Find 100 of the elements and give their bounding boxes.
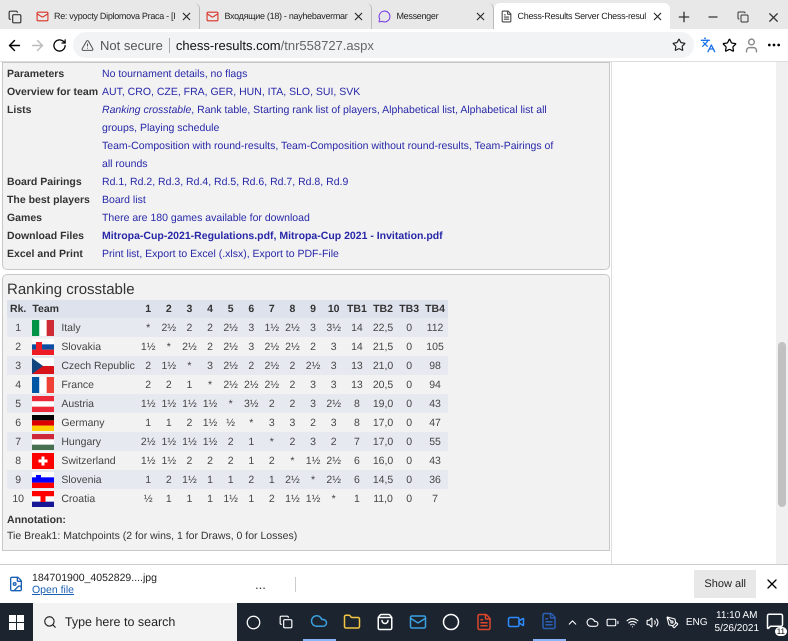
score-cell: 1½ bbox=[200, 394, 220, 413]
score-cell: 2 bbox=[138, 375, 158, 394]
wifi-icon[interactable] bbox=[626, 616, 639, 628]
score-cell: 1½ bbox=[282, 489, 303, 508]
folder-icon[interactable] bbox=[342, 613, 361, 631]
score-cell: 3 bbox=[302, 394, 324, 413]
score-cell: 3 bbox=[323, 413, 344, 432]
link-text[interactable]: Mitropa-Cup-2021-Regulations.pdf, Mitropa-Cup 2021 - Invitation.pdf bbox=[102, 227, 562, 245]
score-cell: 2 bbox=[262, 489, 282, 508]
info-label: Board Pairings bbox=[7, 175, 83, 190]
page-icon bbox=[500, 10, 513, 22]
close-icon[interactable] bbox=[474, 10, 487, 22]
battery-icon[interactable] bbox=[606, 616, 619, 628]
score-cell: 2 bbox=[158, 470, 180, 489]
favorite-icon[interactable] bbox=[672, 38, 686, 52]
score-cell: 1 bbox=[179, 489, 200, 508]
score-cell: * bbox=[282, 451, 303, 470]
reload-icon[interactable] bbox=[52, 38, 67, 52]
cloud-icon[interactable] bbox=[586, 616, 599, 628]
team-name: Croatia bbox=[61, 492, 96, 504]
new-tab-icon[interactable] bbox=[676, 9, 692, 25]
rank-cell: 9 bbox=[7, 470, 30, 489]
score-cell: * bbox=[179, 356, 200, 375]
link-text[interactable]: Rd.1, Rd.2, Rd.3, Rd.4, Rd.5, Rd.6, Rd.7, Rd.8, Rd.9 bbox=[102, 173, 562, 191]
volume-icon[interactable] bbox=[646, 616, 659, 628]
notifications-icon[interactable] bbox=[766, 612, 784, 630]
favorites-icon[interactable] bbox=[722, 38, 737, 52]
clock[interactable]: 11:10 AM 5/26/2021 bbox=[714, 609, 760, 635]
pen-icon[interactable] bbox=[666, 616, 679, 628]
task-view-icon[interactable] bbox=[279, 615, 294, 629]
info-label: Lists bbox=[7, 103, 33, 118]
score-cell: * bbox=[220, 394, 241, 413]
link-text[interactable]: Ranking crosstable, Rank table, Starting rank list of players, Alphabetical list, Alphabetical list all groups, Playing schedule bbox=[102, 101, 562, 137]
link-text[interactable]: Print list, Export to Excel (.xlsx), Export to PDF-File bbox=[102, 245, 562, 263]
profile-icon[interactable] bbox=[743, 36, 760, 54]
scrollbar[interactable] bbox=[776, 62, 788, 564]
cortana-icon[interactable] bbox=[246, 614, 261, 630]
rank-cell: 4 bbox=[7, 375, 30, 394]
restore-icon[interactable] bbox=[737, 11, 749, 23]
score-cell: 1 bbox=[220, 470, 241, 489]
column-header: TB1 bbox=[344, 300, 370, 318]
link-text[interactable]: AUT, CRO, CZE, FRA, GER, HUN, ITA, SLO, SUI, SVK bbox=[102, 83, 562, 101]
store-icon[interactable] bbox=[376, 613, 394, 631]
score-cell: 36 bbox=[422, 470, 448, 489]
score-cell: 0 bbox=[396, 394, 422, 413]
team-name: Hungary bbox=[61, 436, 102, 448]
score-cell: 0 bbox=[396, 451, 422, 470]
file-name: 184701900_4052829....jpg bbox=[32, 572, 158, 584]
score-cell: 0 bbox=[396, 356, 422, 375]
info-label: Download Files bbox=[7, 229, 86, 244]
translate-icon[interactable] bbox=[700, 37, 716, 53]
rank-cell: 10 bbox=[7, 489, 30, 508]
link-text[interactable]: No tournament details, no flags bbox=[102, 65, 562, 83]
score-cell: 1 bbox=[138, 470, 158, 489]
mail-icon[interactable] bbox=[408, 613, 427, 631]
score-cell: ½ bbox=[220, 413, 241, 432]
link-text[interactable]: There are 180 games available for download bbox=[102, 209, 562, 227]
column-header: 10 bbox=[323, 300, 344, 318]
circle-logo-icon[interactable] bbox=[442, 613, 460, 631]
open-file-link[interactable]: Open file bbox=[32, 584, 247, 596]
score-cell: 3 bbox=[302, 318, 324, 337]
more-button[interactable]: ... bbox=[255, 576, 296, 592]
windows-icon[interactable] bbox=[8, 614, 24, 630]
score-cell: 1½ bbox=[138, 337, 158, 356]
score-cell: 0 bbox=[396, 432, 422, 451]
close-icon[interactable] bbox=[352, 10, 366, 22]
score-cell: 43 bbox=[422, 394, 448, 413]
score-cell: 2 bbox=[282, 394, 303, 413]
column-header: 6 bbox=[240, 300, 262, 318]
score-cell: 22,5 bbox=[370, 318, 396, 337]
score-cell: 2½ bbox=[220, 318, 241, 337]
score-cell: * bbox=[262, 432, 282, 451]
address-field[interactable]: Not secure chess-results.com/tnr558727.aspx bbox=[73, 32, 694, 58]
score-cell: 1½ bbox=[179, 394, 200, 413]
score-cell: 3 bbox=[200, 356, 220, 375]
close-icon[interactable] bbox=[180, 10, 194, 22]
flag-icon bbox=[32, 396, 54, 412]
tab-actions-icon[interactable] bbox=[8, 10, 22, 24]
score-cell: 13 bbox=[344, 375, 370, 394]
score-cell: 20,5 bbox=[370, 375, 396, 394]
column-header: TB4 bbox=[422, 300, 448, 318]
score-cell: 19,0 bbox=[370, 394, 396, 413]
taskbar-search-field[interactable]: Type here to search bbox=[32, 603, 237, 641]
browser-tab[interactable]: Chess-Results Server Chess-resul bbox=[494, 3, 670, 29]
link-text[interactable]: Board list bbox=[102, 191, 562, 209]
flag-icon bbox=[32, 472, 54, 488]
score-cell: 3 bbox=[240, 318, 262, 337]
language-indicator[interactable]: ENG bbox=[686, 616, 708, 628]
flag-icon bbox=[32, 414, 54, 430]
rank-cell: 8 bbox=[7, 451, 30, 470]
column-header: Team bbox=[29, 300, 138, 318]
score-cell: 2 bbox=[158, 375, 180, 394]
flag-icon bbox=[32, 376, 54, 392]
close-icon[interactable] bbox=[651, 10, 664, 22]
score-cell: 3 bbox=[240, 337, 262, 356]
link-text[interactable]: Team-Composition with round-results, Team-Composition without round-results, Team-Pairings of all rounds bbox=[102, 137, 562, 173]
rank-cell: 3 bbox=[7, 356, 30, 375]
score-cell: 3 bbox=[323, 375, 344, 394]
show-all-button[interactable]: Show all bbox=[694, 570, 756, 598]
mail-icon bbox=[206, 10, 220, 22]
